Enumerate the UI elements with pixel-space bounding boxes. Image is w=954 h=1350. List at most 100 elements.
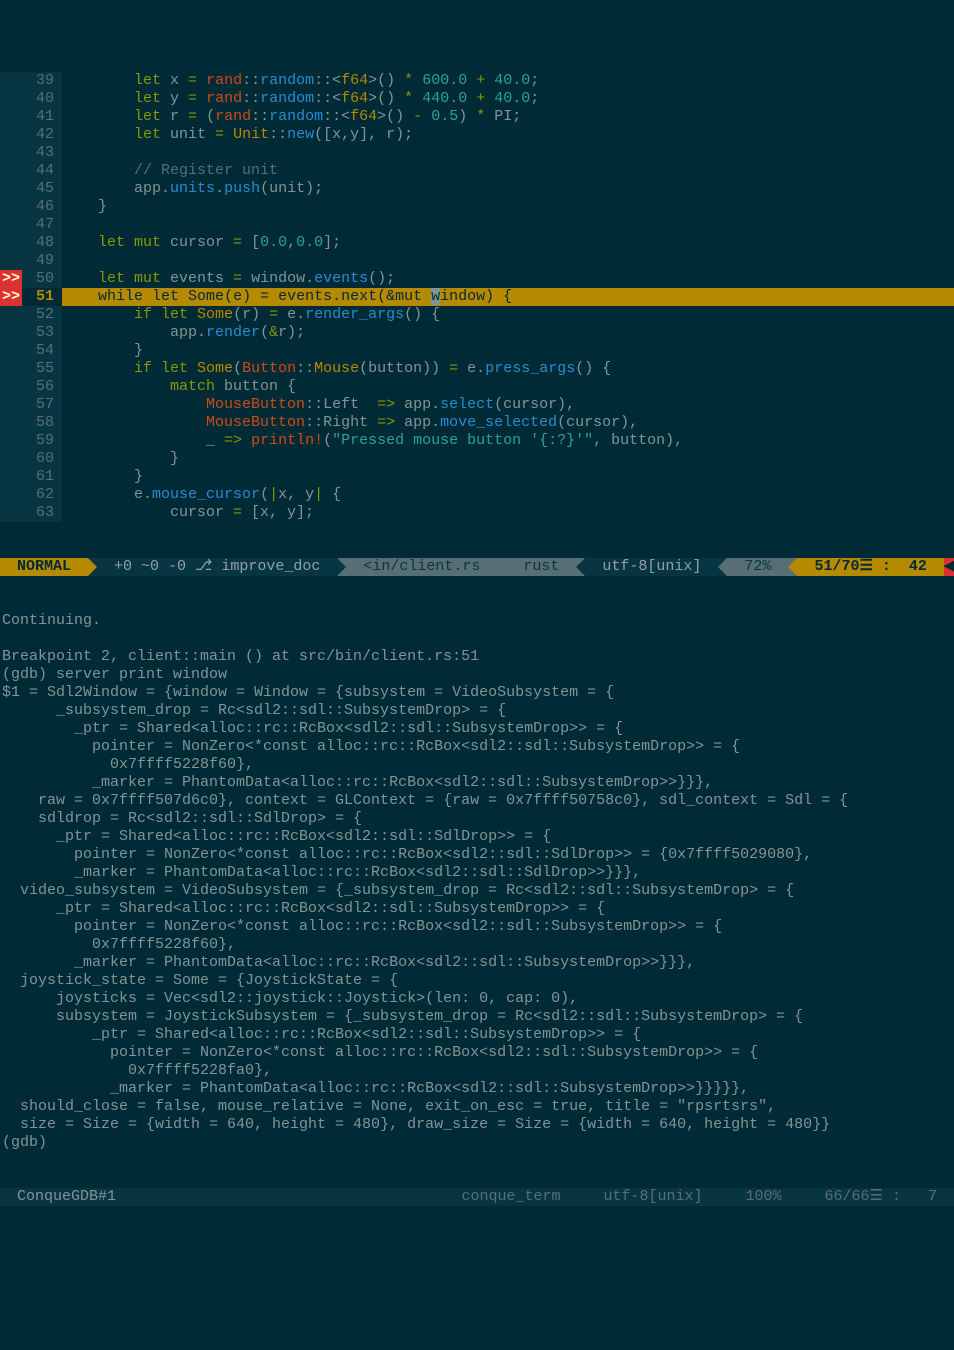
code-line[interactable]: 42 let unit = Unit::new([x,y], r); (0, 126, 954, 144)
code-line[interactable]: 61 } (0, 468, 954, 486)
code-line[interactable]: 55 if let Some(Button::Mouse(button)) = … (0, 360, 954, 378)
line-number: 45 (22, 180, 62, 198)
code-content[interactable]: let y = rand::random::<f64>() * 440.0 + … (62, 90, 954, 108)
sign-column (0, 306, 22, 324)
code-content[interactable]: } (62, 468, 954, 486)
code-line[interactable]: 40 let y = rand::random::<f64>() * 440.0… (0, 90, 954, 108)
sign-column (0, 216, 22, 234)
code-content[interactable]: } (62, 198, 954, 216)
code-line[interactable]: 49 (0, 252, 954, 270)
terminal-line: Breakpoint 2, client::main () at src/bin… (0, 648, 954, 666)
code-line[interactable]: 62 e.mouse_cursor(|x, y| { (0, 486, 954, 504)
sign-column (0, 90, 22, 108)
line-number: 46 (22, 198, 62, 216)
line-number: 53 (22, 324, 62, 342)
statusline-top: NORMAL +0 ~0 -0 ⎇ improve_doc <in/client… (0, 558, 954, 576)
code-line[interactable]: 63 cursor = [x, y]; (0, 504, 954, 522)
terminal-line: _ptr = Shared<alloc::rc::RcBox<sdl2::sdl… (0, 1026, 954, 1044)
terminal-line: (gdb) (0, 1134, 954, 1152)
encoding: utf-8[unix] (585, 558, 718, 576)
code-line[interactable]: 53 app.render(&r); (0, 324, 954, 342)
code-line[interactable]: >>51 while let Some(e) = events.next(&mu… (0, 288, 954, 306)
code-content[interactable] (62, 252, 954, 270)
sign-column (0, 414, 22, 432)
terminal-line: pointer = NonZero<*const alloc::rc::RcBo… (0, 738, 954, 756)
code-line[interactable]: 60 } (0, 450, 954, 468)
code-content[interactable]: app.render(&r); (62, 324, 954, 342)
code-content[interactable]: MouseButton::Left => app.select(cursor), (62, 396, 954, 414)
code-content[interactable]: while let Some(e) = events.next(&mut win… (62, 288, 954, 306)
terminal-line: pointer = NonZero<*const alloc::rc::RcBo… (0, 1044, 954, 1062)
warning-icon: ◀ (944, 558, 954, 576)
code-content[interactable]: let mut events = window.events(); (62, 270, 954, 288)
terminal-pane[interactable]: Continuing.Breakpoint 2, client::main ()… (0, 612, 954, 1152)
code-line[interactable]: 44 // Register unit (0, 162, 954, 180)
line-number: 47 (22, 216, 62, 234)
code-content[interactable]: let x = rand::random::<f64>() * 600.0 + … (62, 72, 954, 90)
sign-column (0, 360, 22, 378)
terminal-line: Continuing. (0, 612, 954, 630)
terminal-line: size = Size = {width = 640, height = 480… (0, 1116, 954, 1134)
code-line[interactable]: >>50 let mut events = window.events(); (0, 270, 954, 288)
terminal-line: pointer = NonZero<*const alloc::rc::RcBo… (0, 846, 954, 864)
code-line[interactable]: 43 (0, 144, 954, 162)
code-content[interactable]: cursor = [x, y]; (62, 504, 954, 522)
code-line[interactable]: 47 (0, 216, 954, 234)
terminal-line: (gdb) server print window (0, 666, 954, 684)
code-content[interactable]: let unit = Unit::new([x,y], r); (62, 126, 954, 144)
filename: <in/client.rs (346, 558, 497, 576)
code-line[interactable]: 58 MouseButton::Right => app.move_select… (0, 414, 954, 432)
code-line[interactable]: 54 } (0, 342, 954, 360)
code-line[interactable]: 56 match button { (0, 378, 954, 396)
code-content[interactable]: e.mouse_cursor(|x, y| { (62, 486, 954, 504)
encoding-bottom: utf-8[unix] (586, 1188, 719, 1206)
command-line[interactable] (0, 1242, 954, 1260)
statusline-bottom: ConqueGDB#1 conque_term utf-8[unix] 100%… (0, 1188, 954, 1206)
terminal-line: 0x7ffff5228f60}, (0, 936, 954, 954)
code-line[interactable]: 45 app.units.push(unit); (0, 180, 954, 198)
code-content[interactable]: } (62, 450, 954, 468)
sign-column (0, 252, 22, 270)
code-content[interactable]: _ => println!("Pressed mouse button '{:?… (62, 432, 954, 450)
sign-column (0, 468, 22, 486)
sign-column (0, 72, 22, 90)
code-content[interactable] (62, 144, 954, 162)
line-number: 41 (22, 108, 62, 126)
code-content[interactable]: let r = (rand::random::<f64>() - 0.5) * … (62, 108, 954, 126)
terminal-line: subsystem = JoystickSubsystem = {_subsys… (0, 1008, 954, 1026)
line-number: 43 (22, 144, 62, 162)
code-content[interactable]: let mut cursor = [0.0,0.0]; (62, 234, 954, 252)
terminal-line: $1 = Sdl2Window = {window = Window = {su… (0, 684, 954, 702)
terminal-line: _marker = PhantomData<alloc::rc::RcBox<s… (0, 1080, 954, 1098)
code-line[interactable]: 52 if let Some(r) = e.render_args() { (0, 306, 954, 324)
code-line[interactable]: 48 let mut cursor = [0.0,0.0]; (0, 234, 954, 252)
sign-column (0, 108, 22, 126)
sign-column (0, 234, 22, 252)
code-content[interactable]: match button { (62, 378, 954, 396)
code-line[interactable]: 57 MouseButton::Left => app.select(curso… (0, 396, 954, 414)
filetype: rust (506, 558, 576, 576)
editor-pane[interactable]: 39 let x = rand::random::<f64>() * 600.0… (0, 72, 954, 522)
code-content[interactable]: // Register unit (62, 162, 954, 180)
filetype-bottom: conque_term (444, 1188, 577, 1206)
terminal-line: _subsystem_drop = Rc<sdl2::sdl::Subsyste… (0, 702, 954, 720)
code-line[interactable]: 46 } (0, 198, 954, 216)
terminal-line: 0x7ffff5228fa0}, (0, 1062, 954, 1080)
code-content[interactable]: } (62, 342, 954, 360)
line-number: 48 (22, 234, 62, 252)
code-content[interactable]: if let Some(Button::Mouse(button)) = e.p… (62, 360, 954, 378)
code-line[interactable]: 59 _ => println!("Pressed mouse button '… (0, 432, 954, 450)
code-content[interactable]: app.units.push(unit); (62, 180, 954, 198)
sign-column (0, 324, 22, 342)
line-number: 55 (22, 360, 62, 378)
terminal-line: pointer = NonZero<*const alloc::rc::RcBo… (0, 918, 954, 936)
code-content[interactable] (62, 216, 954, 234)
code-line[interactable]: 39 let x = rand::random::<f64>() * 600.0… (0, 72, 954, 90)
code-content[interactable]: MouseButton::Right => app.move_selected(… (62, 414, 954, 432)
git-branch: +0 ~0 -0 ⎇ improve_doc (97, 558, 337, 576)
terminal-line: _ptr = Shared<alloc::rc::RcBox<sdl2::sdl… (0, 900, 954, 918)
line-number: 63 (22, 504, 62, 522)
code-line[interactable]: 41 let r = (rand::random::<f64>() - 0.5)… (0, 108, 954, 126)
line-number: 42 (22, 126, 62, 144)
code-content[interactable]: if let Some(r) = e.render_args() { (62, 306, 954, 324)
